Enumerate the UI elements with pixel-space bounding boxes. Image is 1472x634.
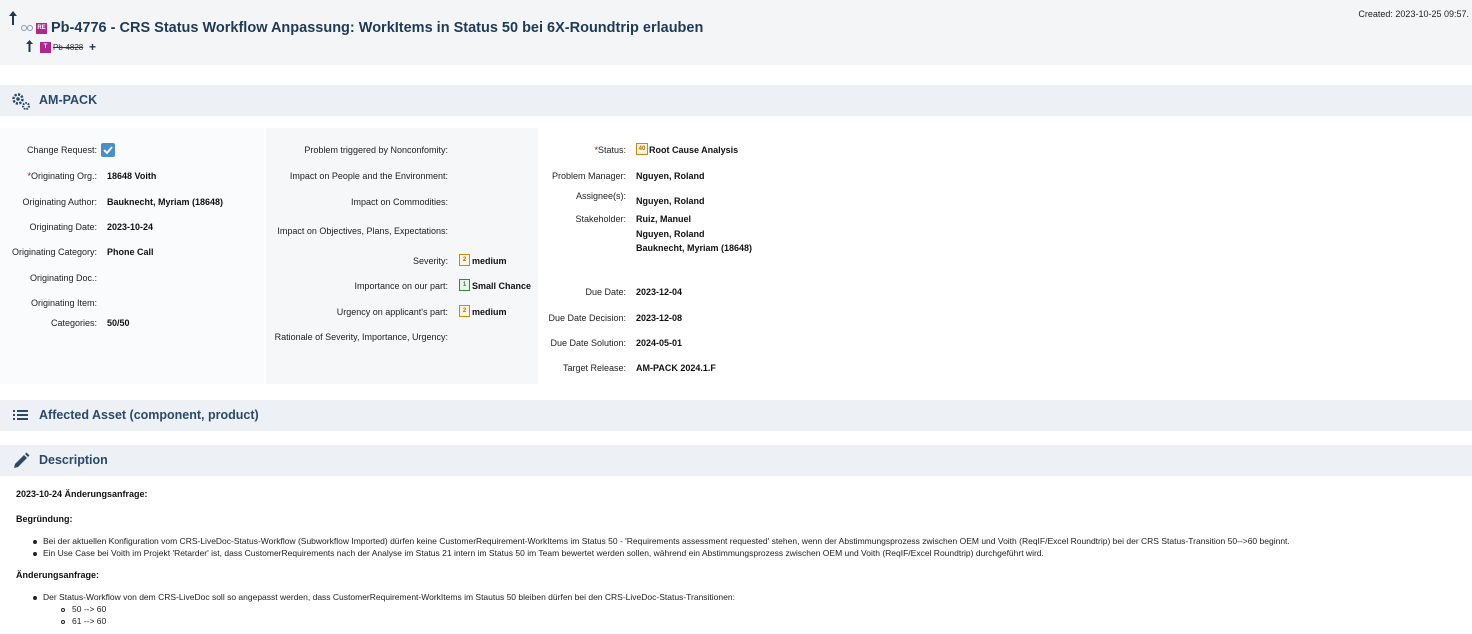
stakeholder-item: Bauknecht, Myriam (18648) <box>636 243 753 253</box>
project-name: AM-PACK <box>39 93 98 107</box>
urgency-label: Urgency on applicant's part: <box>336 307 448 317</box>
sub-list-item: 61 --> 60 <box>61 616 106 626</box>
originating-author-label: Originating Author: <box>22 197 97 207</box>
list-item: Bei der aktuellen Konfiguration vom CRS-… <box>33 536 1290 546</box>
project-section-header: AM-PACK <box>0 85 1472 116</box>
importance-icon: 1 <box>459 279 470 291</box>
target-release-label: Target Release: <box>562 363 626 373</box>
impact-people-label: Impact on People and the Environment: <box>289 171 448 181</box>
aenderung-heading: Änderungsanfrage: <box>16 570 100 580</box>
assignee-value: Nguyen, Roland <box>636 196 705 206</box>
status-label: *Status: <box>594 145 626 155</box>
originating-author-value: Bauknecht, Myriam (18648) <box>107 197 224 207</box>
severity-icon: 2 <box>459 254 470 266</box>
parent-arrow-icon[interactable] <box>25 40 34 52</box>
link-icon <box>21 25 33 31</box>
originating-date-label: Originating Date: <box>29 222 97 232</box>
due-date-solution-label: Due Date Solution: <box>550 338 626 348</box>
severity-label: Severity: <box>412 256 448 266</box>
assignee-label: Assignee(s): <box>575 191 626 201</box>
description-section-header[interactable]: Description <box>0 445 1472 476</box>
created-timestamp: Created: 2023-10-25 09:57. <box>1358 9 1469 19</box>
affected-asset-title: Affected Asset (component, product) <box>39 408 259 422</box>
description-heading: 2023-10-24 Änderungsanfrage: <box>16 489 148 499</box>
impact-commodities-label: Impact on Commodities: <box>350 197 448 207</box>
add-link-icon[interactable]: + <box>89 40 96 54</box>
list-item: Der Status-Workflow von dem CRS-LiveDoc … <box>33 592 735 602</box>
page-title: Pb-4776 - CRS Status Workflow Anpassung:… <box>51 20 704 36</box>
originating-date-value: 2023-10-24 <box>107 222 154 232</box>
stakeholder-label: Stakeholder: <box>575 214 626 224</box>
list-icon <box>13 410 28 420</box>
urgency-icon: 2 <box>459 305 470 317</box>
urgency-value: medium <box>472 307 507 317</box>
originating-item-label: Originating Item: <box>30 298 97 308</box>
affected-asset-section-header[interactable]: Affected Asset (component, product) <box>0 400 1472 431</box>
description-title: Description <box>39 453 108 467</box>
originating-category-value: Phone Call <box>107 247 154 257</box>
list-item: Ein Use Case bei Voith im Projekt 'Retar… <box>33 548 1044 558</box>
up-arrow-icon[interactable] <box>8 11 18 25</box>
target-release-value: AM-PACK 2024.1.F <box>636 363 716 373</box>
due-date-solution-value: 2024-05-01 <box>636 338 683 348</box>
parent-item-link[interactable]: Pb-4828 <box>53 43 83 52</box>
importance-label: Importance on our part: <box>354 281 448 291</box>
sub-list-item: 50 --> 60 <box>61 604 106 614</box>
status-value[interactable]: Root Cause Analysis <box>649 145 738 155</box>
change-request-label: Change Request: <box>26 145 97 155</box>
due-date-value: 2023-12-04 <box>636 287 683 297</box>
stakeholder-item: Ruiz, Manuel <box>636 214 692 224</box>
originating-org-label: *Originating Org.: <box>27 171 97 181</box>
work-item-header: RE Pb-4776 - CRS Status Workflow Anpassu… <box>0 0 1472 65</box>
due-date-decision-label: Due Date Decision: <box>548 313 626 323</box>
originating-org-value: 18648 Voith <box>107 171 157 181</box>
problem-manager-label: Problem Manager: <box>551 171 626 181</box>
task-type-icon: T <box>40 42 51 53</box>
severity-value: medium <box>472 256 507 266</box>
gears-icon <box>12 93 30 110</box>
pencil-icon <box>14 452 30 468</box>
problem-manager-value: Nguyen, Roland <box>636 171 705 181</box>
requirement-type-icon: RE <box>36 23 47 34</box>
impact-objectives-label: Impact on Objectives, Plans, Expectation… <box>277 226 448 236</box>
check-icon <box>103 146 113 155</box>
status-icon: 40 <box>636 143 648 155</box>
importance-value: Small Chance <box>472 281 532 291</box>
nonconformity-label: Problem triggered by Nonconfomity: <box>304 145 448 155</box>
rationale-label: Rationale of Severity, Importance, Urgen… <box>274 332 448 342</box>
originating-doc-label: Originating Doc.: <box>29 273 97 283</box>
originating-category-label: Originating Category: <box>11 247 97 257</box>
begruendung-heading: Begründung: <box>16 514 73 524</box>
categories-value: 50/50 <box>107 318 130 328</box>
stakeholder-item: Nguyen, Roland <box>636 229 705 239</box>
due-date-decision-value: 2023-12-08 <box>636 313 683 323</box>
due-date-label: Due Date: <box>585 287 626 297</box>
categories-label: Categories: <box>50 318 97 328</box>
change-request-checkbox[interactable] <box>101 143 115 157</box>
